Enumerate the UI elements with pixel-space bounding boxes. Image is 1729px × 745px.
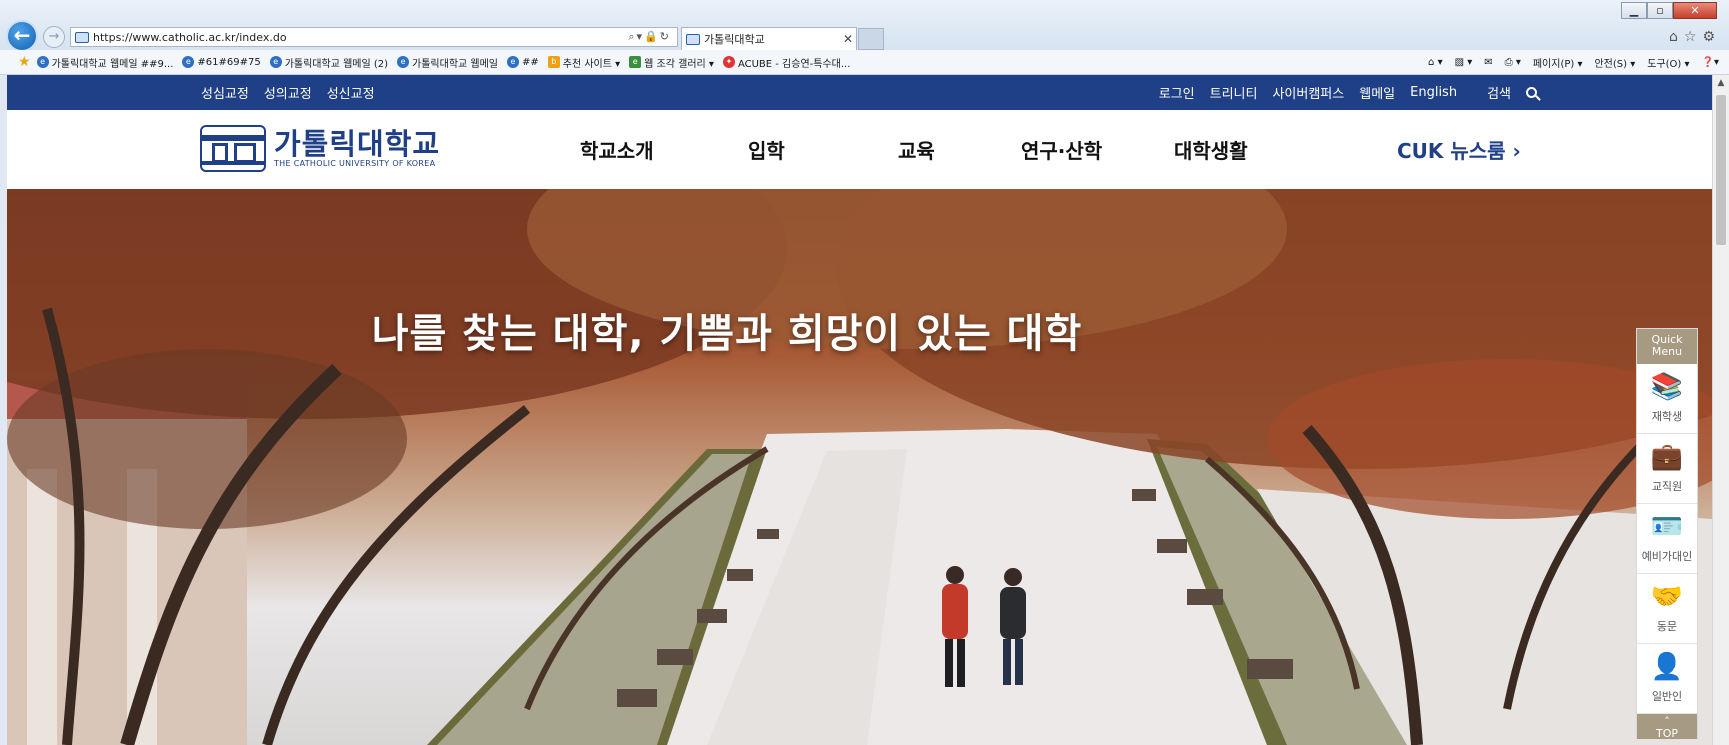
gnb-education[interactable]: 교육	[898, 110, 935, 189]
tab-title: 가톨릭대학교	[704, 33, 765, 46]
logo-english: THE CATHOLIC UNIVERSITY OF KOREA	[274, 159, 436, 168]
address-tools-icon[interactable]: ⌕▾🔒↻	[628, 30, 677, 44]
favorites-bar: ★ e 가톨릭대학교 웹메일 ##9... e #61#69#75 e 가톨릭대학교 …	[0, 50, 1729, 75]
home-favorites-settings-icons[interactable]: ⌂☆⚙	[1669, 29, 1721, 45]
login-link[interactable]: 로그인	[1159, 83, 1195, 102]
webmail-link[interactable]: 웹메일	[1359, 83, 1395, 102]
page-scrollbar[interactable]: ▲	[1712, 75, 1729, 745]
trinity-link[interactable]: 트리니티	[1210, 83, 1258, 102]
main-header: 가톨릭대학교 THE CATHOLIC UNIVERSITY OF KOREA …	[7, 110, 1712, 189]
new-tab-button[interactable]	[858, 28, 884, 50]
command-bar: ⌂ ▾ ▧ ▾ ✉ ⎙ ▾ 페이지(P) ▾ 안전(S) ▾ 도구(O) ▾ ❓…	[1416, 55, 1729, 70]
website-viewport: 성심교정 성의교정 성신교정 로그인 트리니티 사이버캠퍼스 웹메일 Engli…	[7, 75, 1712, 745]
favorite-item[interactable]: e 가톨릭대학교 웹메일 ##9...	[36, 55, 173, 70]
menu-page[interactable]: 페이지(P) ▾	[1533, 55, 1583, 70]
feeds-icon[interactable]: ▧ ▾	[1455, 57, 1473, 68]
window-controls: ▁ ▫ ✕	[1621, 2, 1717, 19]
logo[interactable]: 가톨릭대학교 THE CATHOLIC UNIVERSITY OF KOREA	[200, 125, 440, 172]
book-stack-icon: 📚	[1650, 372, 1684, 402]
handshake-icon: 🤝	[1650, 582, 1684, 612]
acube-icon: ✦	[722, 56, 735, 68]
person-icon: 👤	[1650, 652, 1684, 682]
newsroom-link[interactable]: CUK 뉴스룸 ›	[1397, 110, 1521, 189]
web-slice-gallery[interactable]: e웹 조각 갤러리 ▾	[629, 55, 714, 70]
gnb-research[interactable]: 연구·산학	[1021, 110, 1102, 189]
quick-menu-staff[interactable]: 💼 교직원	[1637, 434, 1697, 504]
logo-korean: 가톨릭대학교	[274, 127, 441, 161]
top-button[interactable]: ˄ TOP	[1637, 714, 1697, 740]
tab-close-icon[interactable]: ✕	[840, 32, 856, 46]
tab-favicon-icon	[686, 33, 700, 45]
help-icon[interactable]: ❓▾	[1702, 57, 1719, 68]
scroll-thumb[interactable]	[1716, 95, 1726, 245]
home-icon[interactable]: ⌂ ▾	[1428, 57, 1443, 68]
favorite-item[interactable]: e 가톨릭대학교 웹메일 (2)	[269, 55, 388, 70]
utility-nav: 성심교정 성의교정 성신교정 로그인 트리니티 사이버캠퍼스 웹메일 Engli…	[7, 75, 1712, 110]
search-icon	[1526, 87, 1537, 98]
minimize-button[interactable]: ▁	[1621, 2, 1647, 19]
campus-link[interactable]: 성의교정	[264, 83, 312, 102]
web-slice-icon: e	[629, 56, 642, 68]
quick-menu-public[interactable]: 👤 일반인	[1637, 644, 1697, 714]
gnb-admission[interactable]: 입학	[748, 110, 785, 189]
campus-link[interactable]: 성심교정	[201, 83, 249, 102]
hero-banner: 나를 찾는 대학, 기쁨과 희망이 있는 대학	[7, 189, 1712, 745]
close-window-button[interactable]: ✕	[1673, 2, 1717, 19]
gnb-campus-life[interactable]: 대학생활	[1174, 110, 1248, 189]
quick-menu: Quick Menu 📚 재학생 💼 교직원 🪪 예비가대인 🤝 동문 👤 일반…	[1636, 328, 1698, 740]
university-emblem-icon	[200, 125, 266, 172]
forward-button[interactable]: →	[43, 26, 65, 48]
address-bar[interactable]: https://www.catholic.ac.kr/index.do ⌕▾🔒↻	[70, 27, 678, 47]
logo-text: 가톨릭대학교 THE CATHOLIC UNIVERSITY OF KOREA	[274, 129, 440, 168]
id-card-icon: 🪪	[1650, 512, 1684, 542]
hero-headline: 나를 찾는 대학, 기쁨과 희망이 있는 대학	[371, 311, 1083, 357]
quick-menu-alumni[interactable]: 🤝 동문	[1637, 574, 1697, 644]
search-link[interactable]: 검색	[1472, 83, 1537, 102]
print-icon[interactable]: ⎙ ▾	[1505, 57, 1521, 68]
globe-icon: e	[397, 56, 410, 68]
english-link[interactable]: English	[1410, 85, 1457, 100]
favorite-item[interactable]: e #61#69#75	[182, 56, 261, 68]
hero-photo	[7, 189, 1712, 745]
gnb-about[interactable]: 학교소개	[580, 110, 654, 189]
favorite-item[interactable]: e 가톨릭대학교 웹메일	[397, 55, 498, 70]
browser-chrome: ▁ ▫ ✕ ← → https://www.catholic.ac.kr/ind…	[0, 0, 1729, 52]
favorite-item[interactable]: ✦ ACUBE - 김승연-특수대...	[722, 55, 850, 70]
briefcase-icon: 💼	[1650, 442, 1684, 472]
page-icon	[75, 31, 89, 43]
menu-safety[interactable]: 안전(S) ▾	[1594, 55, 1635, 70]
cyber-campus-link[interactable]: 사이버캠퍼스	[1272, 83, 1344, 102]
globe-icon: e	[269, 56, 282, 68]
address-url[interactable]: https://www.catholic.ac.kr/index.do	[93, 31, 628, 44]
suggested-sites[interactable]: b 추천 사이트 ▾	[547, 55, 620, 70]
maximize-button[interactable]: ▫	[1647, 2, 1673, 19]
globe-icon: e	[36, 56, 49, 68]
globe-icon: e	[182, 56, 195, 68]
favorite-item[interactable]: e ##	[507, 56, 539, 68]
favorites-star-icon[interactable]: ★	[18, 54, 31, 70]
quick-menu-students[interactable]: 📚 재학생	[1637, 364, 1697, 434]
menu-tools[interactable]: 도구(O) ▾	[1647, 55, 1689, 70]
suggested-sites-icon: b	[547, 56, 560, 68]
utility-links: 로그인 트리니티 사이버캠퍼스 웹메일 English 검색	[1144, 75, 1537, 110]
tab-active[interactable]: 가톨릭대학교 ✕	[681, 27, 857, 50]
campus-link[interactable]: 성신교정	[327, 83, 375, 102]
back-button[interactable]: ←	[6, 20, 38, 52]
quick-menu-prospective[interactable]: 🪪 예비가대인	[1637, 504, 1697, 574]
scroll-up-arrow-icon[interactable]: ▲	[1713, 75, 1729, 92]
campus-links: 성심교정 성의교정 성신교정	[201, 75, 390, 110]
quick-menu-title: Quick Menu	[1637, 329, 1697, 364]
mail-icon[interactable]: ✉	[1484, 57, 1492, 68]
globe-icon: e	[507, 56, 520, 68]
